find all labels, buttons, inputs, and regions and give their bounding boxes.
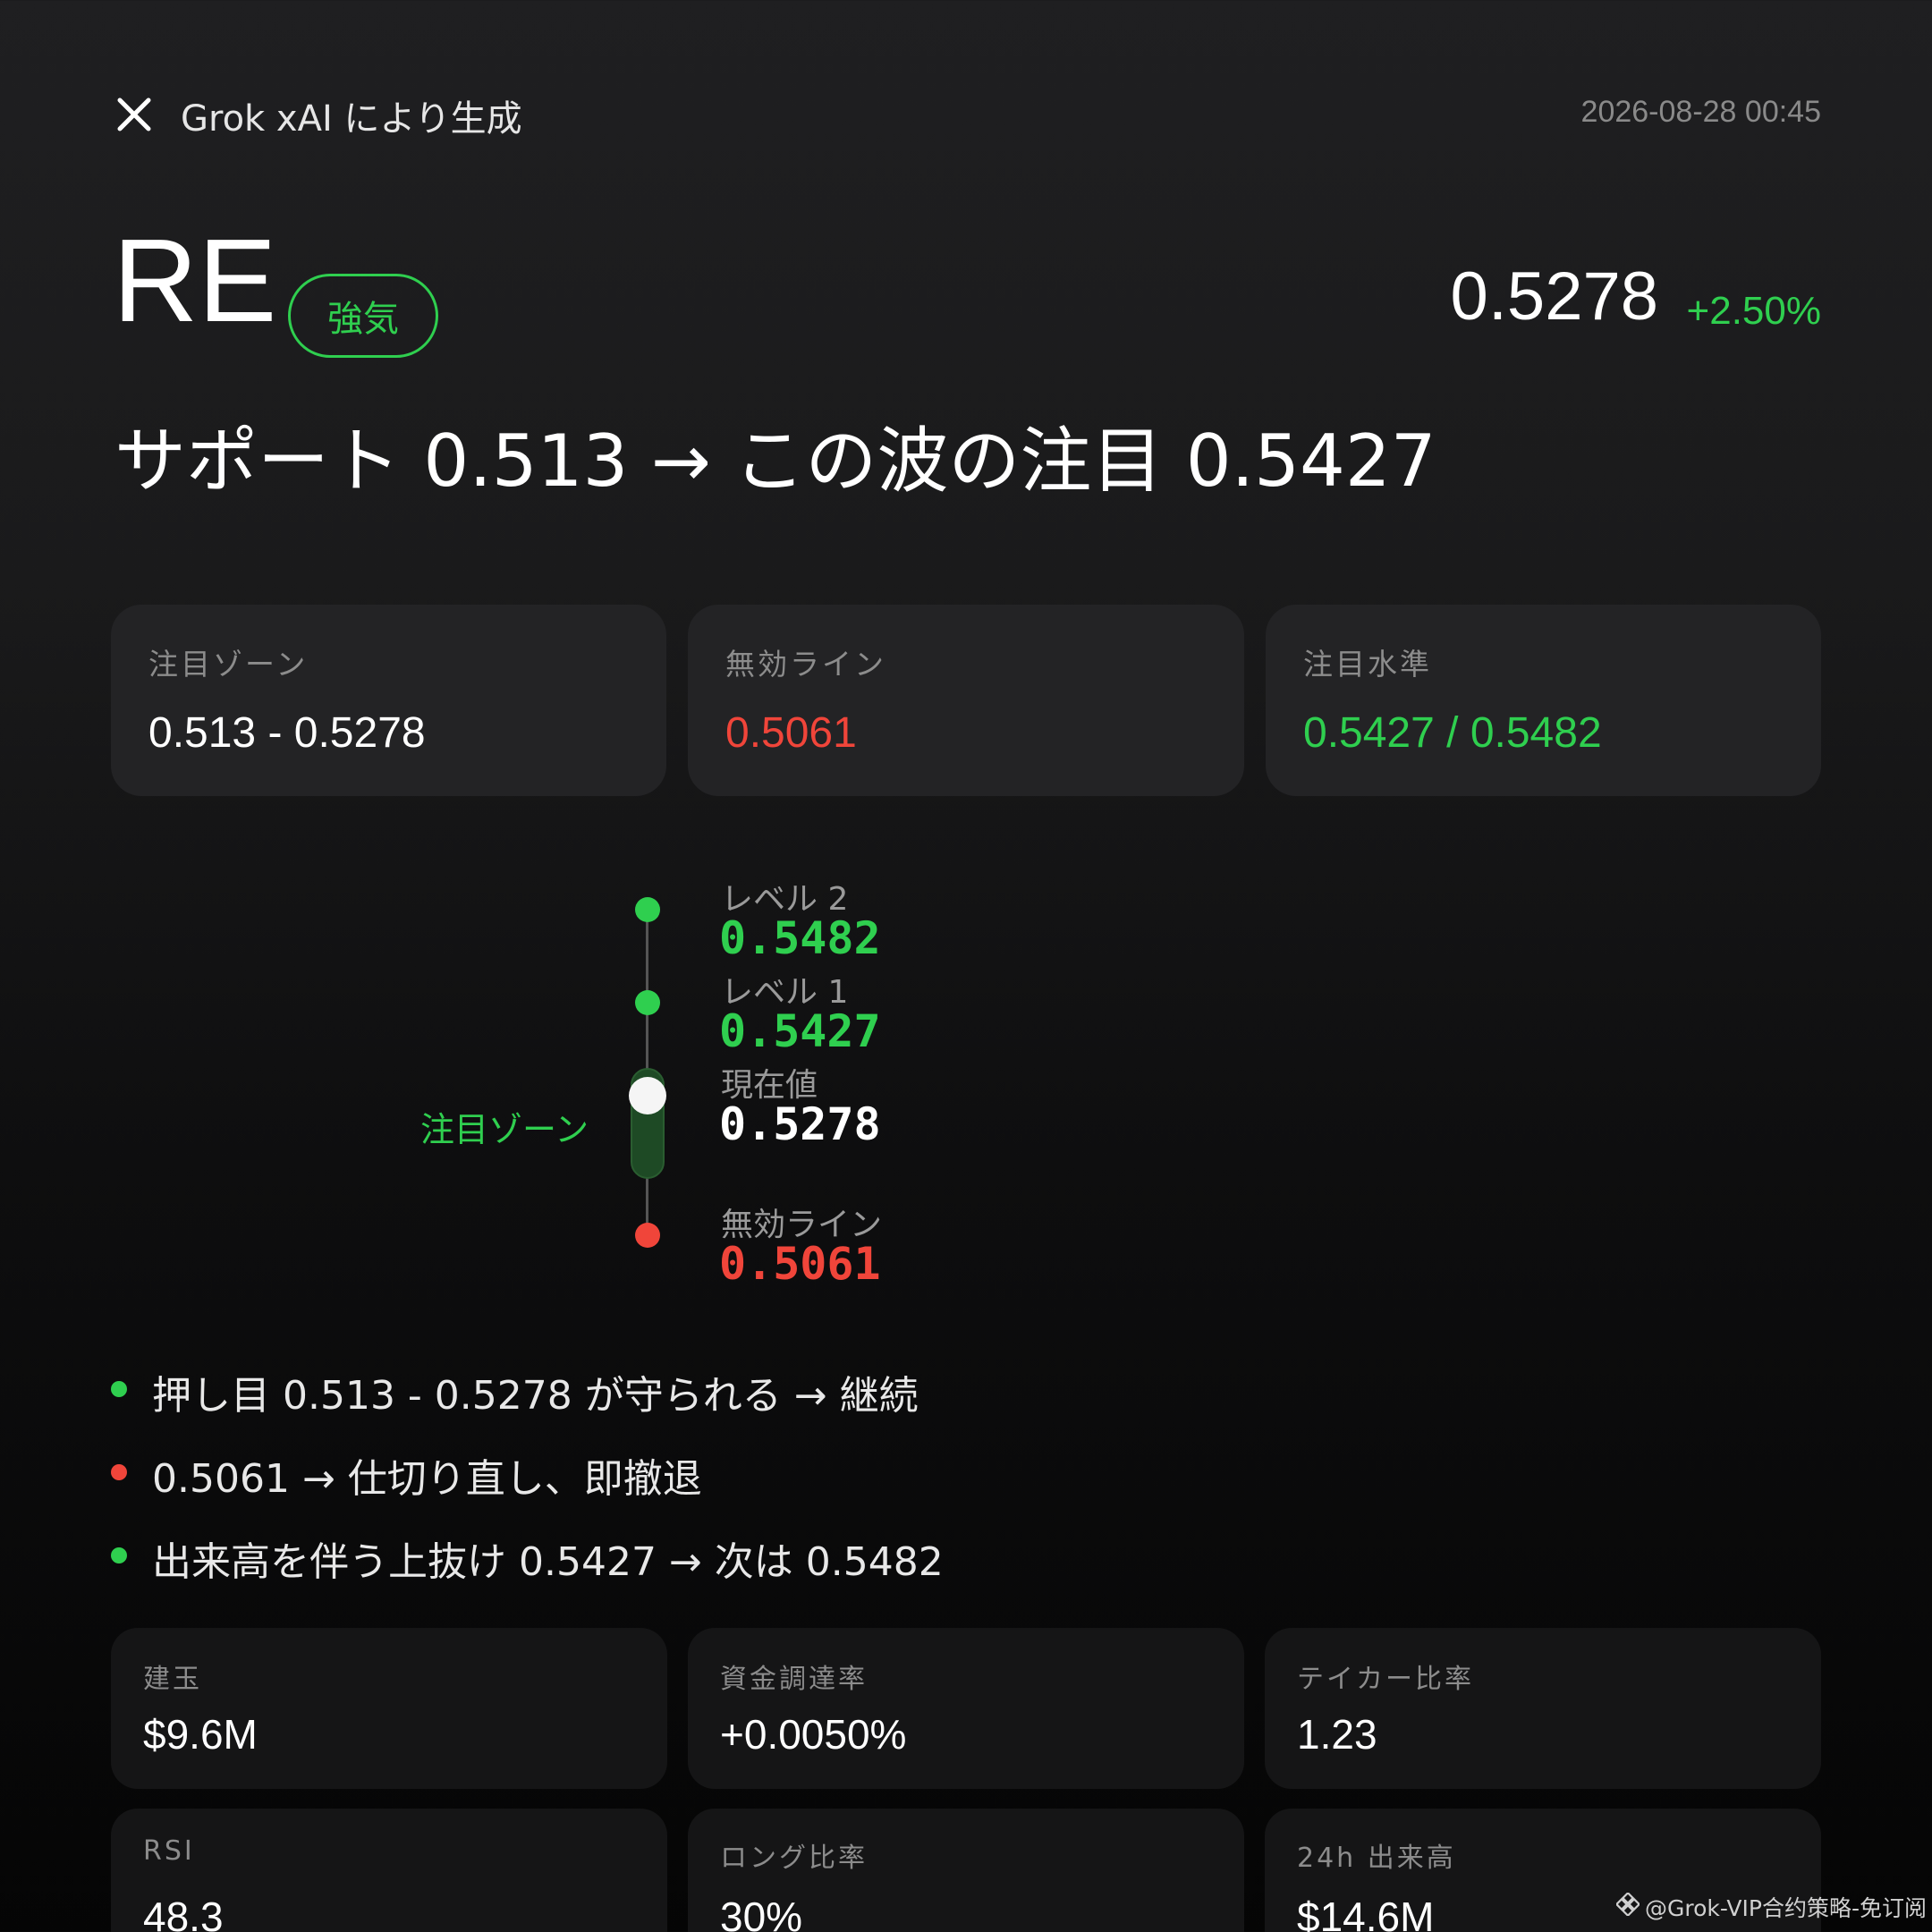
stat-open-interest: 建玉 $9.6M [111, 1628, 667, 1789]
stat-value: 30% [720, 1894, 803, 1932]
level-2-value: 0.5482 [719, 912, 881, 964]
card-value: 0.5427 / 0.5482 [1303, 709, 1602, 757]
card-label: 無効ライン [725, 647, 886, 682]
watermark-text: @Grok-VIP合约策略-免订阅 [1644, 1895, 1927, 1921]
stat-label: 建玉 [143, 1664, 202, 1695]
current-price: 0.5278 [1450, 258, 1658, 335]
card-value: 0.513 - 0.5278 [148, 709, 426, 757]
invalid-line-value: 0.5061 [719, 1238, 881, 1290]
card-invalid-line: 無効ライン 0.5061 [688, 605, 1244, 796]
bullet-dot-green [111, 1547, 127, 1563]
card-target-levels: 注目水準 0.5427 / 0.5482 [1266, 605, 1821, 796]
stat-long-ratio: ロング比率 30% [688, 1809, 1244, 1932]
level-1-marker [635, 990, 660, 1015]
stat-label: ロング比率 [720, 1843, 868, 1874]
bullet-item: 押し目 0.513 - 0.5278 が守られる → 継続 [152, 1373, 919, 1419]
stat-label: 24h 出来高 [1297, 1843, 1456, 1874]
sentiment-badge: 強気 [288, 274, 438, 358]
stat-label: 資金調達率 [720, 1664, 868, 1695]
invalid-line-marker [635, 1223, 660, 1248]
generated-by-label: Grok xAI により生成 [181, 98, 522, 140]
close-icon[interactable] [116, 97, 152, 132]
stat-value: 1.23 [1297, 1711, 1377, 1758]
bullet-dot-green [111, 1381, 127, 1397]
card-value: 0.5061 [725, 709, 857, 757]
stat-value: +0.0050% [720, 1711, 907, 1758]
level-1-value: 0.5427 [719, 1005, 881, 1057]
focus-zone-label: 注目ゾーン [420, 1110, 589, 1149]
level-2-marker [635, 897, 660, 922]
stat-value: $14.6M [1297, 1894, 1435, 1932]
card-label: 注目水準 [1303, 647, 1432, 682]
ticker-symbol: RE [113, 215, 277, 346]
watermark-logo-icon [1614, 1891, 1641, 1921]
current-price-marker [629, 1077, 666, 1114]
stat-label: RSI [143, 1835, 195, 1867]
bullet-item: 出来高を伴う上抜け 0.5427 → 次は 0.5482 [152, 1539, 944, 1585]
stat-label: テイカー比率 [1297, 1664, 1474, 1695]
stat-rsi: RSI 48.3 [111, 1809, 667, 1932]
timestamp: 2026-08-28 00:45 [1580, 95, 1821, 129]
current-price-value: 0.5278 [719, 1098, 881, 1150]
stat-taker-ratio: テイカー比率 1.23 [1265, 1628, 1821, 1789]
stat-value: 48.3 [143, 1894, 224, 1932]
watermark: @Grok-VIP合约策略-免订阅 [1614, 1891, 1927, 1923]
card-focus-zone: 注目ゾーン 0.513 - 0.5278 [111, 605, 666, 796]
price-change: +2.50% [1686, 289, 1821, 333]
bullet-item: 0.5061 → 仕切り直し、即撤退 [152, 1456, 702, 1502]
headline: サポート 0.513 → この波の注目 0.5427 [114, 419, 1436, 503]
stat-value: $9.6M [143, 1711, 258, 1758]
card-label: 注目ゾーン [148, 647, 309, 682]
bullet-dot-red [111, 1464, 127, 1480]
stat-funding-rate: 資金調達率 +0.0050% [688, 1628, 1244, 1789]
